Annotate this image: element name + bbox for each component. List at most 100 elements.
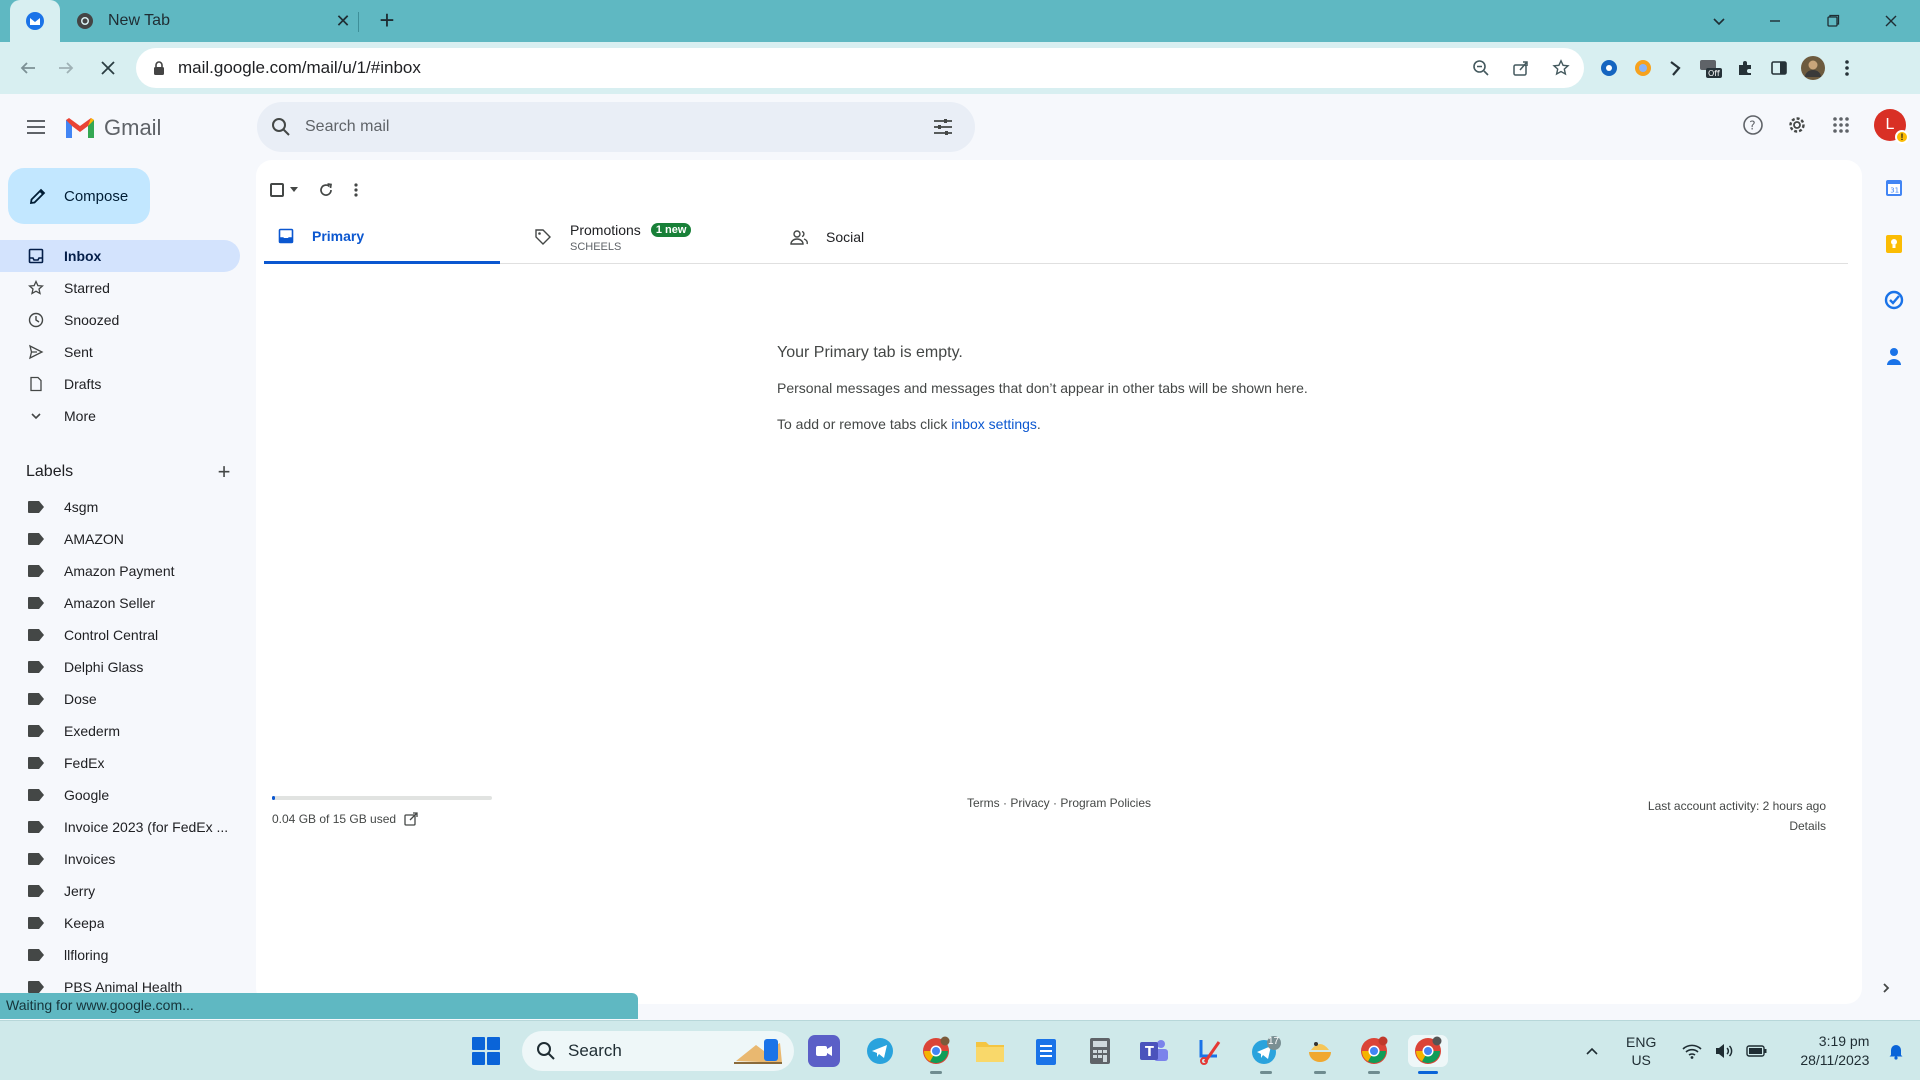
windows-start-icon[interactable] <box>472 1037 500 1065</box>
nav-inbox[interactable]: Inbox <box>0 240 240 272</box>
inbox-settings-link[interactable]: inbox settings <box>951 416 1037 432</box>
empty-settings-hint: To add or remove tabs click inbox settin… <box>777 416 1308 432</box>
telegram-unread-count: 17 <box>1268 1036 1280 1047</box>
stop-loading-button[interactable] <box>92 52 124 84</box>
chrome-menu-icon[interactable] <box>1834 55 1860 81</box>
label-item[interactable]: Delphi Glass <box>0 651 240 683</box>
clock[interactable]: 3:19 pm 28/11/2023 <box>1800 1032 1869 1070</box>
calculator-icon[interactable] <box>1084 1035 1116 1067</box>
zoom-icon[interactable] <box>1468 55 1494 81</box>
more-options-icon[interactable] <box>354 182 358 198</box>
calendar-icon[interactable]: 31 <box>1882 176 1906 200</box>
lock-icon[interactable] <box>152 60 166 76</box>
chrome-active-icon[interactable] <box>1408 1035 1448 1067</box>
label-item[interactable]: Amazon Seller <box>0 587 240 619</box>
wifi-icon[interactable] <box>1682 1043 1702 1059</box>
label-item[interactable]: Dose <box>0 683 240 715</box>
contacts-icon[interactable] <box>1882 344 1906 368</box>
show-hidden-icons-chevron-icon[interactable] <box>1584 1043 1600 1059</box>
add-label-icon[interactable]: + <box>212 459 236 485</box>
tab-promotions[interactable]: Promotions 1 new SCHEELS <box>520 210 760 264</box>
tab-primary[interactable]: Primary <box>264 210 500 264</box>
keep-icon[interactable] <box>1882 232 1906 256</box>
notepad-icon[interactable] <box>1030 1035 1062 1067</box>
label-item[interactable]: Keepa <box>0 907 240 939</box>
extensions-puzzle-icon[interactable] <box>1732 55 1758 81</box>
search-input[interactable]: Search mail <box>305 118 923 136</box>
extension-orange-icon[interactable] <box>1630 55 1656 81</box>
chrome-profile-1-icon[interactable] <box>920 1035 952 1067</box>
volume-icon[interactable] <box>1714 1043 1734 1059</box>
extension-arrow-icon[interactable] <box>1664 55 1690 81</box>
label-item[interactable]: AMAZON <box>0 523 240 555</box>
label-item[interactable]: 4sgm <box>0 491 240 523</box>
side-panel-icon[interactable] <box>1766 55 1792 81</box>
side-apps-panel: 31 <box>1868 160 1920 1004</box>
label-item[interactable]: Amazon Payment <box>0 555 240 587</box>
new-tab-tab[interactable]: New Tab ✕ <box>60 0 358 42</box>
search-options-icon[interactable] <box>923 107 963 147</box>
footer-links[interactable]: Terms · Privacy · Program Policies <box>272 796 1846 810</box>
chrome-profile-2-icon[interactable] <box>1358 1035 1390 1067</box>
settings-gear-icon[interactable] <box>1780 108 1814 142</box>
close-tab-icon[interactable]: ✕ <box>328 11 358 32</box>
new-tab-button[interactable]: + <box>372 6 402 36</box>
back-button[interactable] <box>12 52 44 84</box>
file-explorer-icon[interactable] <box>974 1035 1006 1067</box>
nav-snoozed[interactable]: Snoozed <box>0 304 240 336</box>
label-item[interactable]: Exederm <box>0 715 240 747</box>
taskbar-search[interactable]: Search <box>522 1031 794 1071</box>
share-icon[interactable] <box>1508 55 1534 81</box>
address-bar[interactable]: mail.google.com/mail/u/1/#inbox <box>136 48 1584 88</box>
input-language[interactable]: ENG US <box>1626 1033 1656 1069</box>
nav-starred[interactable]: Starred <box>0 272 240 304</box>
nav-sent[interactable]: Sent <box>0 336 240 368</box>
battery-icon[interactable] <box>1746 1044 1768 1058</box>
open-in-new-icon[interactable] <box>404 812 418 826</box>
label-item[interactable]: Jerry <box>0 875 240 907</box>
label-item[interactable]: Invoice 2023 (for FedEx ... <box>0 811 240 843</box>
extension-blue-icon[interactable] <box>1596 55 1622 81</box>
label-item[interactable]: Control Central <box>0 619 240 651</box>
google-apps-icon[interactable] <box>1824 108 1858 142</box>
label-item[interactable]: llfloring <box>0 939 240 971</box>
label-item[interactable]: FedEx <box>0 747 240 779</box>
help-icon[interactable]: ? <box>1736 108 1770 142</box>
gmail-favicon-icon <box>26 12 44 30</box>
notification-bell-icon[interactable] <box>1887 1042 1905 1060</box>
microsoft-teams-icon[interactable]: T <box>1138 1035 1170 1067</box>
select-all-checkbox[interactable] <box>270 183 298 197</box>
app-orange-icon[interactable] <box>1304 1035 1336 1067</box>
main-menu-icon[interactable] <box>20 111 52 143</box>
profile-avatar-icon[interactable] <box>1800 55 1826 81</box>
tab-social[interactable]: Social <box>776 210 1016 264</box>
nav-more[interactable]: More <box>0 400 240 432</box>
refresh-icon[interactable] <box>318 182 334 198</box>
forward-button[interactable] <box>50 52 82 84</box>
search-mail-bar[interactable]: Search mail <box>257 102 975 152</box>
account-avatar[interactable]: L ! <box>1874 109 1909 144</box>
search-icon[interactable] <box>271 117 291 137</box>
snipping-tool-icon[interactable] <box>1194 1035 1226 1067</box>
url-text[interactable]: mail.google.com/mail/u/1/#inbox <box>178 58 421 78</box>
extension-off-icon[interactable]: Off <box>1698 55 1724 81</box>
tasks-icon[interactable] <box>1882 288 1906 312</box>
gmail-tab[interactable] <box>10 0 60 42</box>
bookmark-star-icon[interactable] <box>1548 55 1574 81</box>
minimize-button[interactable] <box>1752 0 1798 42</box>
compose-button[interactable]: Compose <box>8 168 150 224</box>
label-item[interactable]: Google <box>0 779 240 811</box>
tab-search-chevron-icon[interactable] <box>1696 0 1742 42</box>
telegram-icon[interactable] <box>864 1035 896 1067</box>
taskbar-search-input[interactable]: Search <box>568 1041 622 1061</box>
expand-side-panel-icon[interactable] <box>1880 978 1892 999</box>
close-window-button[interactable] <box>1868 0 1914 42</box>
new-count-badge: 1 new <box>650 222 692 237</box>
telegram-badge-icon[interactable]: 17 <box>1250 1035 1282 1067</box>
nav-drafts[interactable]: Drafts <box>0 368 240 400</box>
teams-meet-icon[interactable] <box>808 1035 840 1067</box>
restore-button[interactable] <box>1810 0 1856 42</box>
label-item[interactable]: Invoices <box>0 843 240 875</box>
activity-details-link[interactable]: Details <box>1648 816 1826 836</box>
gmail-logo[interactable]: Gmail <box>64 114 161 142</box>
